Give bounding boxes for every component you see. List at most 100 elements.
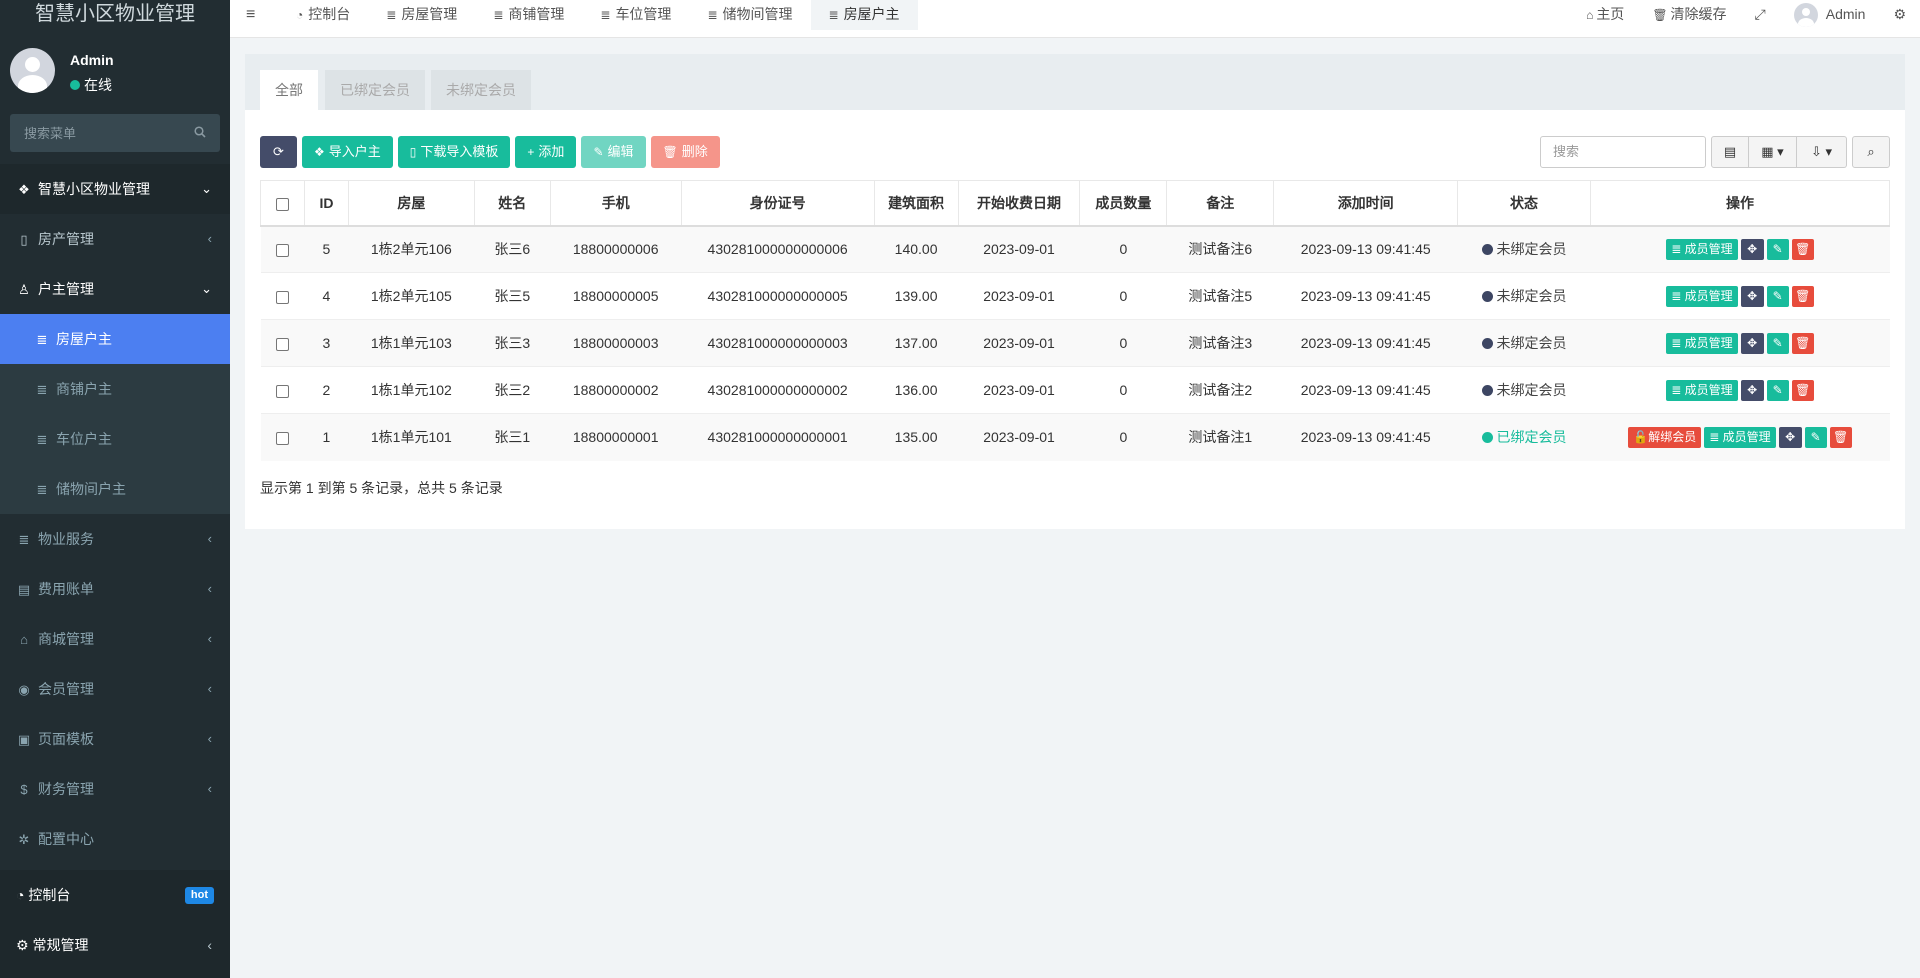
columns-dropdown-icon[interactable]: ▦ ▾ [1749, 136, 1797, 168]
col-house[interactable]: 房屋 [347, 180, 475, 227]
member-management-button[interactable]: ≣ 成员管理 [1666, 238, 1738, 260]
download-template-button[interactable]: ▯ 下载导入模板 [397, 136, 511, 168]
sidebar-item-finance[interactable]: $ 财务管理 ‹ [0, 764, 230, 814]
tab-shop-management[interactable]: ≣ 商铺管理 [475, 0, 582, 30]
tab-bound[interactable]: 已绑定会员 [325, 70, 425, 110]
tab-house-management[interactable]: ≣ 房屋管理 [368, 0, 475, 30]
list-icon: ≣ [1671, 241, 1685, 256]
drag-move-icon[interactable]: ✥ [1740, 285, 1764, 307]
sidebar-item-config[interactable]: ✲ 配置中心 [0, 814, 230, 864]
drag-move-icon[interactable]: ✥ [1740, 332, 1764, 354]
member-management-button[interactable]: ≣ 成员管理 [1666, 379, 1738, 401]
edit-row-icon[interactable]: ✎ [1804, 426, 1827, 448]
user-menu[interactable]: Admin [1780, 0, 1880, 30]
tab-house-owner[interactable]: ≣ 房屋户主 [810, 0, 918, 30]
advanced-search-icon[interactable]: ⌕ [1852, 136, 1890, 168]
edit-row-icon[interactable]: ✎ [1766, 285, 1789, 307]
sidebar-item-home-group[interactable]: ❖ 智慧小区物业管理 ⌄ [0, 164, 230, 214]
delete-row-icon[interactable]: 🗑 [1791, 379, 1814, 401]
edit-row-icon[interactable]: ✎ [1766, 238, 1789, 260]
table-row[interactable]: 1 1栋1单元101 张三1 18800000001 43028100000000000… [260, 413, 1890, 461]
fullscreen-icon[interactable]: ⤢ [1741, 0, 1780, 30]
col-area[interactable]: 建筑面积 [873, 180, 959, 227]
list-icon: ≣ [36, 332, 48, 347]
toggle-view-icon[interactable]: ▤ [1711, 136, 1749, 168]
select-all-checkbox[interactable] [260, 180, 305, 227]
cell-start-date: 2023-09-01 [958, 272, 1080, 320]
sidebar-item-dashboard[interactable]: ◔ 控制台 hot [0, 870, 230, 920]
table-row[interactable]: 4 1栋2单元105 张三5 18800000005 43028100000000000… [260, 272, 1890, 320]
table-row[interactable]: 5 1栋2单元106 张三6 18800000006 43028100000000000… [260, 225, 1890, 273]
sidebar-item-house-owner[interactable]: ≣ 房屋户主 [0, 314, 230, 364]
import-owner-button[interactable]: ❖ 导入户主 [302, 136, 393, 168]
edit-row-icon[interactable]: ✎ [1766, 332, 1789, 354]
cell-area: 136.00 [874, 366, 959, 414]
app-logo-title[interactable]: 智慧小区物业管理 [0, 0, 230, 30]
table-search-input[interactable]: 搜索 [1540, 136, 1706, 168]
chevron-left-icon: ‹ [207, 581, 212, 596]
row-checkbox[interactable] [260, 272, 305, 320]
pagination-summary: 显示第 1 到第 5 条记录，总共 5 条记录 [260, 480, 503, 496]
list-icon: ≣ [36, 382, 48, 397]
sidebar-item-bills[interactable]: ▤ 费用账单 ‹ [0, 564, 230, 614]
drag-move-icon[interactable]: ✥ [1740, 379, 1764, 401]
member-management-button[interactable]: ≣ 成员管理 [1704, 426, 1776, 448]
add-button[interactable]: + 添加 [515, 136, 577, 168]
delete-row-icon[interactable]: 🗑 [1829, 426, 1852, 448]
delete-row-icon[interactable]: 🗑 [1791, 238, 1814, 260]
col-phone[interactable]: 手机 [549, 180, 682, 227]
tab-dashboard[interactable]: ◔ 控制台 [278, 0, 368, 30]
col-id[interactable]: ID [303, 180, 349, 227]
menu-toggle-icon[interactable]: ≡ [246, 6, 255, 24]
sidebar-item-owner-group[interactable]: ♙ 户主管理 ⌄ [0, 264, 230, 314]
cell-house: 1栋2单元106 [348, 225, 475, 273]
cell-phone: 18800000003 [550, 319, 682, 367]
sidebar-search-input[interactable] [10, 114, 220, 152]
sidebar-item-templates[interactable]: ▣ 页面模板 ‹ [0, 714, 230, 764]
edit-button[interactable]: ✎ 编辑 [581, 136, 646, 168]
tab-storage-management[interactable]: ≣ 储物间管理 [689, 0, 810, 30]
sidebar-item-mall[interactable]: ⌂ 商城管理 ‹ [0, 614, 230, 664]
sidebar-item-service[interactable]: ≣ 物业服务 ‹ [0, 514, 230, 564]
gear-icon: ✲ [18, 832, 30, 847]
sidebar-item-members[interactable]: ◉ 会员管理 ‹ [0, 664, 230, 714]
drag-move-icon[interactable]: ✥ [1740, 238, 1764, 260]
row-checkbox[interactable] [260, 319, 305, 367]
avatar [1793, 3, 1818, 28]
home-link[interactable]: ⌂ 主页 [1572, 0, 1638, 30]
col-idcard[interactable]: 身份证号 [680, 180, 875, 227]
sidebar-item-shop-owner[interactable]: ≣ 商铺户主 [0, 364, 230, 414]
row-checkbox[interactable] [260, 225, 305, 273]
member-management-button[interactable]: ≣ 成员管理 [1666, 332, 1738, 354]
tab-parking-management[interactable]: ≣ 车位管理 [582, 0, 689, 30]
tab-unbound[interactable]: 未绑定会员 [431, 70, 531, 110]
col-start-date[interactable]: 开始收费日期 [957, 180, 1081, 227]
tab-all[interactable]: 全部 [260, 70, 318, 110]
cell-id: 4 [304, 272, 349, 320]
unbind-member-button[interactable]: 🔓解绑会员 [1628, 426, 1702, 448]
member-management-button[interactable]: ≣ 成员管理 [1666, 285, 1738, 307]
refresh-button[interactable]: ⟳ [260, 136, 297, 168]
delete-row-icon[interactable]: 🗑 [1791, 332, 1814, 354]
sidebar-item-storage-owner[interactable]: ≣ 储物间户主 [0, 464, 230, 514]
sidebar-item-general[interactable]: ⚙ 常规管理 ‹ [0, 920, 230, 970]
settings-gears-icon[interactable]: ⚙ [1879, 0, 1920, 30]
delete-button[interactable]: 🗑 删除 [650, 136, 720, 168]
clear-cache-button[interactable]: 🗑 清除缓存 [1638, 0, 1740, 30]
delete-row-icon[interactable]: 🗑 [1791, 285, 1814, 307]
table-row[interactable]: 2 1栋1单元102 张三2 18800000002 43028100000000000… [260, 366, 1890, 414]
edit-row-icon[interactable]: ✎ [1766, 379, 1789, 401]
col-note[interactable]: 备注 [1166, 180, 1275, 227]
col-added-time[interactable]: 添加时间 [1273, 180, 1459, 227]
table-row[interactable]: 3 1栋1单元103 张三3 18800000003 43028100000000000… [260, 319, 1890, 367]
col-members[interactable]: 成员数量 [1079, 180, 1168, 227]
row-checkbox[interactable] [260, 413, 305, 461]
drag-move-icon[interactable]: ✥ [1778, 426, 1802, 448]
sidebar-item-parking-owner[interactable]: ≣ 车位户主 [0, 414, 230, 464]
export-dropdown-icon[interactable]: ⇩ ▾ [1797, 136, 1847, 168]
sidebar-item-property[interactable]: ▯ 房产管理 ‹ [0, 214, 230, 264]
row-checkbox[interactable] [260, 366, 305, 414]
col-name[interactable]: 姓名 [473, 180, 551, 227]
col-status[interactable]: 状态 [1457, 180, 1591, 227]
search-icon[interactable] [194, 126, 206, 138]
